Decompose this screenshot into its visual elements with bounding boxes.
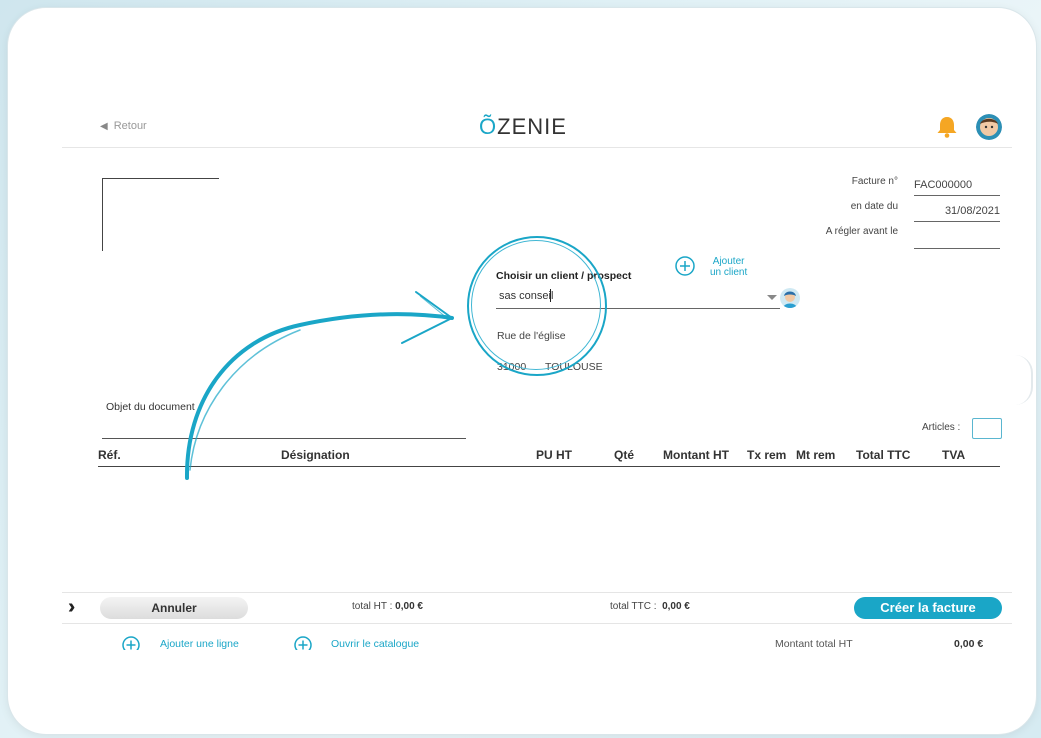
col-designation: Désignation (281, 448, 350, 462)
chevron-down-icon[interactable] (767, 295, 777, 300)
col-qte: Qté (614, 448, 635, 462)
invoice-number-label: Facture n° (851, 176, 898, 187)
cancel-button[interactable]: Annuler (100, 597, 248, 619)
bell-icon[interactable] (934, 114, 960, 140)
total-ht-label: total HT : (352, 601, 393, 612)
bottom-actions: Ajouter une ligne Ouvrir le catalogue Mo… (62, 624, 1012, 650)
logo-placeholder-box[interactable] (102, 178, 219, 251)
user-avatar[interactable] (976, 114, 1002, 140)
add-line-link[interactable]: Ajouter une ligne (160, 638, 239, 650)
create-invoice-button[interactable]: Créer la facture (854, 597, 1002, 619)
top-bar: ◀ Retour ÕZENIE (62, 110, 1012, 148)
double-chevron-icon[interactable]: ›› (68, 596, 77, 619)
table-header-divider (98, 466, 1000, 467)
articles-count-field[interactable] (972, 418, 1002, 439)
catalog-icon[interactable] (294, 636, 312, 650)
logo-o: Õ (479, 114, 498, 139)
logo-text: ZENIE (497, 114, 567, 139)
col-tva: TVA (942, 448, 966, 462)
col-tx-rem: Tx rem (747, 448, 787, 462)
articles-label: Articles : (922, 422, 961, 433)
client-avatar-icon (780, 288, 800, 308)
invoice-date-field[interactable]: 31/08/2021 (914, 205, 1000, 222)
back-arrow-icon: ◀ (100, 120, 108, 132)
invoice-date-label: en date du (850, 201, 898, 212)
total-ttc-value: 0,00 € (662, 601, 690, 612)
document-subject-field[interactable] (102, 438, 466, 439)
back-label: Retour (113, 120, 147, 132)
add-client-icon[interactable] (675, 256, 695, 276)
action-bar: ›› Annuler total HT : 0,00 € total TTC :… (62, 592, 1012, 624)
client-avatar[interactable] (780, 288, 800, 308)
total-ttc-label: total TTC : (610, 601, 657, 612)
back-button[interactable]: ◀ Retour (100, 120, 147, 132)
total-amount-value: 0,00 € (954, 638, 984, 650)
col-pu-ht: PU HT (536, 448, 572, 462)
total-ht: total HT : 0,00 € (352, 601, 423, 612)
open-catalog-link[interactable]: Ouvrir le catalogue (331, 638, 419, 650)
total-amount-label: Montant total HT (775, 638, 853, 650)
highlight-circle-inner (471, 240, 601, 370)
add-client-label-2: un client (710, 267, 748, 278)
app-logo: ÕZENIE (479, 114, 567, 140)
col-ref: Réf. (98, 448, 121, 462)
col-montant-ht: Montant HT (663, 448, 729, 462)
app-screen: ◀ Retour ÕZENIE Facture n° FAC000000 en … (62, 110, 1012, 650)
user-avatar-icon (976, 114, 1002, 140)
total-ht-value: 0,00 € (395, 601, 423, 612)
due-date-label: A régler avant le (825, 226, 898, 237)
due-date-field[interactable] (914, 232, 1000, 249)
add-client-label-1: Ajouter (712, 256, 745, 267)
add-client-link[interactable]: Ajouter un client (710, 256, 747, 278)
total-ttc: total TTC : 0,00 € (610, 601, 690, 612)
invoice-number-field[interactable]: FAC000000 (914, 179, 1000, 196)
col-total-ttc: Total TTC (856, 448, 911, 462)
col-mt-rem: Mt rem (796, 448, 836, 462)
document-subject-label: Objet du document (106, 401, 195, 413)
add-line-icon[interactable] (122, 636, 140, 650)
